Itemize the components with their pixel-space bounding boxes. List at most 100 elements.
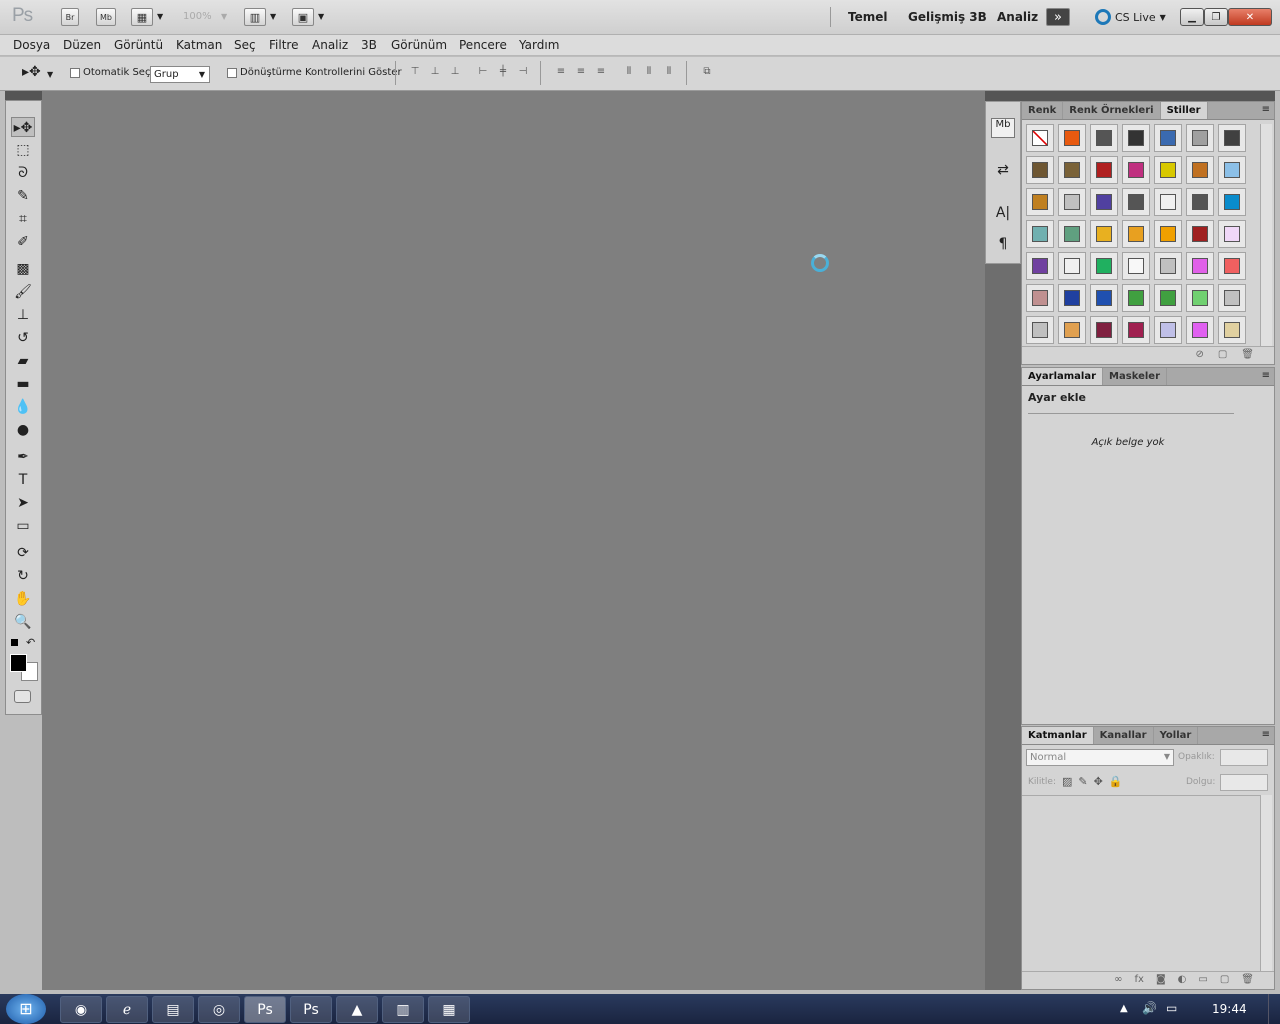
style-swatch[interactable] xyxy=(1186,316,1214,344)
style-swatch[interactable] xyxy=(1058,252,1086,280)
link-layers-icon[interactable]: ∞ xyxy=(1114,974,1122,987)
style-swatch[interactable] xyxy=(1026,316,1054,344)
style-swatch[interactable] xyxy=(1218,220,1246,248)
style-swatch[interactable] xyxy=(1058,316,1086,344)
ie-taskbar-icon[interactable]: ℯ xyxy=(106,996,148,1023)
lock-transparency-icon[interactable]: ▨ xyxy=(1062,775,1078,788)
style-swatch[interactable] xyxy=(1058,284,1086,312)
style-swatch[interactable] xyxy=(1154,188,1182,216)
style-swatch[interactable] xyxy=(1058,220,1086,248)
marquee-tool-icon[interactable]: ⬚ xyxy=(11,140,35,160)
new-style-icon[interactable]: ▢ xyxy=(1218,349,1227,362)
zoom-caret-icon[interactable]: ▼ xyxy=(221,12,227,21)
network-icon[interactable]: ▭ xyxy=(1166,1001,1177,1015)
menu-goruntu[interactable]: Görüntü xyxy=(114,38,163,52)
arrange-documents-button[interactable]: ▥ xyxy=(244,8,266,26)
blur-tool-icon[interactable]: 💧 xyxy=(11,397,35,417)
move-tool-preset-icon[interactable]: ▸✥ xyxy=(22,64,41,80)
align-horizontal-center-icon[interactable]: ╪ xyxy=(496,66,510,80)
align-top-icon[interactable]: ⊤ xyxy=(408,66,422,80)
path-selection-tool-icon[interactable]: ➤ xyxy=(11,493,35,513)
arrange-caret-icon[interactable]: ▼ xyxy=(270,12,276,21)
hand-tool-icon[interactable]: ✋ xyxy=(11,589,35,609)
style-swatch[interactable] xyxy=(1154,220,1182,248)
style-swatch[interactable] xyxy=(1058,156,1086,184)
style-swatch[interactable] xyxy=(1090,220,1118,248)
3d-rotate-tool-icon[interactable]: ⟳ xyxy=(11,543,35,563)
gradient-tool-icon[interactable]: ▬ xyxy=(11,374,35,394)
style-swatch[interactable] xyxy=(1026,124,1054,152)
menu-dosya[interactable]: Dosya xyxy=(13,38,50,52)
style-swatch[interactable] xyxy=(1026,220,1054,248)
auto-select-checkbox[interactable] xyxy=(70,68,80,78)
align-bottom-icon[interactable]: ⊥ xyxy=(448,66,462,80)
style-swatch[interactable] xyxy=(1122,316,1150,344)
menu-filtre[interactable]: Filtre xyxy=(269,38,298,52)
preset-caret-icon[interactable]: ▼ xyxy=(47,70,53,79)
style-swatch[interactable] xyxy=(1026,252,1054,280)
view-extras-button[interactable]: ▦ xyxy=(131,8,153,26)
screen-mode-caret-icon[interactable]: ▼ xyxy=(318,12,324,21)
toolbox-header[interactable] xyxy=(5,91,42,100)
healing-brush-tool-icon[interactable]: ▩ xyxy=(11,259,35,279)
style-swatch[interactable] xyxy=(1186,284,1214,312)
history-brush-tool-icon[interactable]: ↺ xyxy=(11,328,35,348)
zoom-tool-icon[interactable]: 🔍 xyxy=(11,612,35,632)
style-swatch[interactable] xyxy=(1058,188,1086,216)
tab-stiller[interactable]: Stiller xyxy=(1160,102,1208,119)
pen-tool-icon[interactable]: ✒ xyxy=(11,447,35,467)
distribute-vcenter-icon[interactable]: ≡ xyxy=(574,66,588,80)
style-swatch[interactable] xyxy=(1186,252,1214,280)
adjustment-layer-icon[interactable]: ◐ xyxy=(1178,974,1187,987)
lasso-tool-icon[interactable]: ᘐ xyxy=(11,163,35,183)
bridge-button[interactable]: Br xyxy=(61,8,79,26)
style-swatch[interactable] xyxy=(1090,156,1118,184)
style-swatch[interactable] xyxy=(1218,316,1246,344)
style-swatch[interactable] xyxy=(1122,156,1150,184)
style-swatch[interactable] xyxy=(1154,316,1182,344)
style-swatch[interactable] xyxy=(1026,156,1054,184)
default-colors-icon[interactable] xyxy=(11,639,18,646)
distribute-left-icon[interactable]: ⫴ xyxy=(622,66,636,80)
style-swatch[interactable] xyxy=(1218,156,1246,184)
align-left-icon[interactable]: ⊢ xyxy=(476,66,490,80)
start-button[interactable]: ⊞ xyxy=(6,994,46,1024)
workspace-analiz[interactable]: Analiz xyxy=(997,10,1038,24)
swap-colors-icon[interactable]: ↶ xyxy=(26,636,35,649)
blend-mode-dropdown[interactable]: Normal ▼ xyxy=(1026,749,1174,766)
photoshop-active-taskbar-icon[interactable]: Ps xyxy=(244,996,286,1023)
style-swatch[interactable] xyxy=(1218,252,1246,280)
menu-analiz[interactable]: Analiz xyxy=(312,38,348,52)
eraser-tool-icon[interactable]: ▰ xyxy=(11,351,35,371)
lock-icons[interactable]: ▨✎✥🔒 xyxy=(1062,775,1129,788)
brush-tool-icon[interactable]: 🖌 xyxy=(11,282,35,302)
clock-time[interactable]: 19:44 xyxy=(1212,1002,1247,1016)
align-vertical-center-icon[interactable]: ⊥ xyxy=(428,66,442,80)
tab-renk[interactable]: Renk xyxy=(1022,102,1064,119)
style-swatch[interactable] xyxy=(1058,124,1086,152)
paragraph-panel-icon[interactable]: ¶ xyxy=(991,236,1015,256)
style-swatch[interactable] xyxy=(1218,124,1246,152)
style-swatch[interactable] xyxy=(1122,252,1150,280)
document-canvas-area[interactable] xyxy=(42,91,985,990)
crop-tool-icon[interactable]: ⌗ xyxy=(11,209,35,229)
photoshop-taskbar-icon[interactable]: Ps xyxy=(290,996,332,1023)
workspace-temel[interactable]: Temel xyxy=(848,10,888,24)
quick-selection-tool-icon[interactable]: ✎ xyxy=(11,186,35,206)
auto-align-layers-icon[interactable]: ⧉ xyxy=(700,66,714,80)
styles-scrollbar[interactable] xyxy=(1260,124,1272,346)
new-group-icon[interactable]: ▭ xyxy=(1198,974,1207,987)
fill-field[interactable] xyxy=(1220,774,1268,791)
style-swatch[interactable] xyxy=(1186,220,1214,248)
tab-maskeler[interactable]: Maskeler xyxy=(1103,368,1168,385)
maximize-button[interactable]: ❐ xyxy=(1204,8,1228,26)
style-swatch[interactable] xyxy=(1090,284,1118,312)
chrome-taskbar-icon[interactable]: ◉ xyxy=(60,996,102,1023)
dodge-tool-icon[interactable]: ● xyxy=(11,420,35,440)
character-panel-icon[interactable]: A| xyxy=(991,205,1015,225)
zoom-level[interactable]: 100% xyxy=(183,11,212,22)
more-workspaces-icon[interactable]: » xyxy=(1046,8,1070,26)
panel-menu-icon[interactable]: ≡ xyxy=(1258,368,1274,385)
new-layer-icon[interactable]: ▢ xyxy=(1220,974,1229,987)
show-hidden-icons[interactable]: ▲ xyxy=(1120,1003,1128,1014)
